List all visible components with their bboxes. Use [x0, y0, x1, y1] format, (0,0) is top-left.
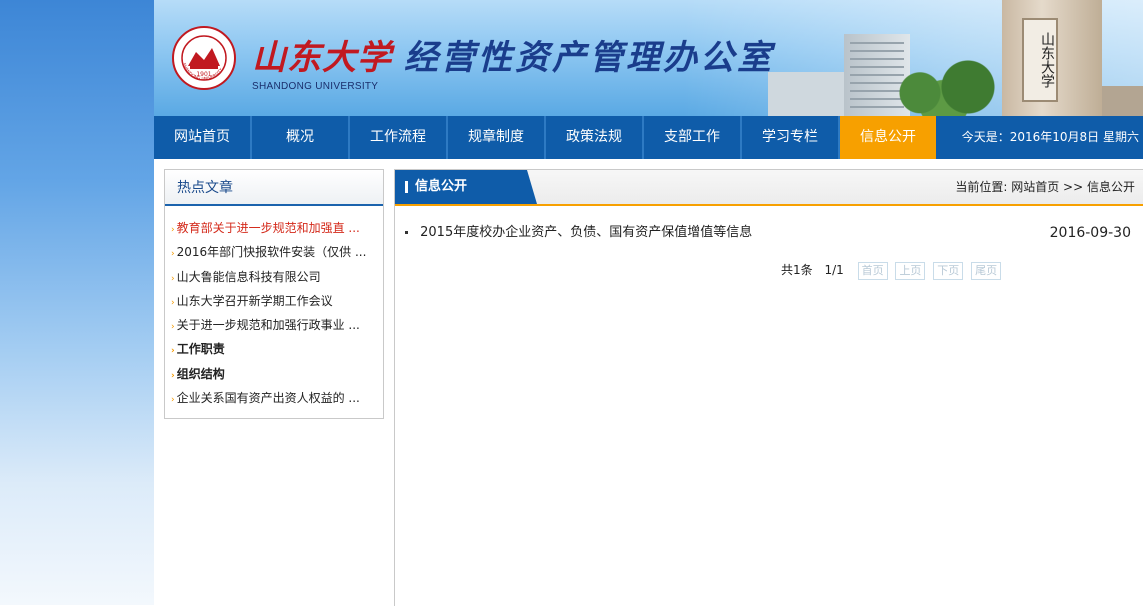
- banner-gate-base: [1102, 86, 1143, 116]
- tab-marker-icon: [405, 181, 408, 193]
- nav-policies[interactable]: 政策法规: [546, 116, 644, 159]
- list-item[interactable]: › 2016年部门快报软件安装（仅供 ...: [171, 240, 383, 264]
- list-item[interactable]: › 企业关系国有资产出资人权益的 ...: [171, 386, 383, 410]
- gate-plaque: 山东大学: [1022, 18, 1058, 102]
- title-english: SHANDONG UNIVERSITY: [252, 81, 379, 92]
- content-tab: 信息公开: [395, 170, 537, 204]
- list-item-label: 教育部关于进一步规范和加强直 ...: [176, 221, 360, 235]
- banner-gate-tower: 山东大学: [1002, 0, 1102, 116]
- header-banner: 山东大学 1901 SHANDONG UNIVERSITY 山东大学 经营性资产管…: [154, 0, 1143, 116]
- breadcrumb-separator: >>: [1063, 180, 1084, 194]
- content-title: 信息公开: [415, 179, 468, 194]
- content-header: 信息公开 当前位置: 网站首页 >> 信息公开: [395, 170, 1143, 206]
- list-item-label: 工作职责: [176, 342, 225, 357]
- breadcrumb: 当前位置: 网站首页 >> 信息公开: [955, 170, 1135, 204]
- next-page-button[interactable]: 下页: [933, 262, 964, 280]
- hot-articles-list: › 教育部关于进一步规范和加强直 ... › 2016年部门快报软件安装（仅供 ..…: [165, 216, 383, 410]
- list-item[interactable]: › 山东大学召开新学期工作会议: [171, 289, 383, 313]
- arrow-icon: ›: [171, 225, 175, 235]
- arrow-icon: ›: [171, 273, 175, 284]
- banner-trees: [884, 58, 1004, 116]
- page-background-left: [0, 0, 154, 605]
- arrow-icon: ›: [171, 395, 175, 406]
- list-item[interactable]: › 工作职责: [171, 337, 383, 361]
- list-item[interactable]: › 教育部关于进一步规范和加强直 ...: [171, 216, 383, 240]
- list-item[interactable]: › 关于进一步规范和加强行政事业 ...: [171, 313, 383, 337]
- arrow-icon: ›: [171, 370, 175, 381]
- nav-regulations[interactable]: 规章制度: [448, 116, 546, 159]
- list-item[interactable]: › 组织结构: [171, 362, 383, 386]
- nav-home[interactable]: 网站首页: [154, 116, 252, 159]
- list-item-label: 企业关系国有资产出资人权益的 ...: [176, 391, 360, 406]
- university-seal-logo[interactable]: 1901 SHANDONG UNIVERSITY: [172, 26, 236, 90]
- nav-workflow[interactable]: 工作流程: [350, 116, 448, 159]
- hot-articles-title: 热点文章: [177, 180, 233, 196]
- pagination: 共1条 1/1 首页 上页 下页 尾页: [781, 260, 1005, 280]
- bullet-icon: [405, 231, 408, 234]
- last-page-button[interactable]: 尾页: [971, 262, 1002, 280]
- breadcrumb-home[interactable]: 网站首页: [1011, 180, 1059, 194]
- breadcrumb-current: 信息公开: [1086, 180, 1135, 194]
- list-item-label: 山大鲁能信息科技有限公司: [176, 269, 321, 284]
- nav-study[interactable]: 学习专栏: [742, 116, 840, 159]
- first-page-button[interactable]: 首页: [857, 262, 888, 280]
- content-panel: 信息公开 当前位置: 网站首页 >> 信息公开 2015年度校办企业资产、负债、…: [394, 169, 1143, 606]
- arrow-icon: ›: [171, 322, 175, 333]
- today-date: 今天是：2016年10月8日 星期六: [961, 130, 1139, 144]
- list-item-label: 山东大学召开新学期工作会议: [176, 293, 333, 308]
- prev-page-button[interactable]: 上页: [895, 262, 926, 280]
- title-university: 山东大学: [252, 38, 392, 78]
- list-item-label: 2016年部门快报软件安装（仅供 ...: [176, 245, 367, 260]
- main-nav: 网站首页 概况 工作流程 规章制度 政策法规 支部工作 学习专栏 信息公开 今天…: [154, 116, 1143, 159]
- news-date: 2016-09-30: [1049, 225, 1131, 241]
- title-office: 经营性资产管理办公室: [404, 38, 774, 78]
- pagination-page: 1/1: [824, 263, 844, 277]
- list-item[interactable]: 2015年度校办企业资产、负债、国有资产保值增值等信息 2016-09-30: [405, 222, 1131, 244]
- hot-articles-header: 热点文章: [165, 170, 383, 206]
- pagination-count: 共1条: [781, 263, 813, 277]
- hot-articles-panel: 热点文章 › 教育部关于进一步规范和加强直 ... › 2016年部门快报软件安装（…: [164, 169, 384, 419]
- news-title-link[interactable]: 2015年度校办企业资产、负债、国有资产保值增值等信息: [420, 225, 752, 240]
- list-item-label: 关于进一步规范和加强行政事业 ...: [176, 318, 360, 333]
- list-item-label: 组织结构: [176, 366, 225, 381]
- arrow-icon: ›: [171, 249, 175, 260]
- arrow-icon: ›: [171, 297, 175, 308]
- nav-party-branch[interactable]: 支部工作: [644, 116, 742, 159]
- nav-overview[interactable]: 概况: [252, 116, 350, 159]
- nav-info-disclosure[interactable]: 信息公开: [840, 116, 936, 159]
- site-title: 山东大学 经营性资产管理办公室: [252, 36, 774, 80]
- breadcrumb-prefix: 当前位置:: [955, 180, 1008, 194]
- arrow-icon: ›: [171, 346, 175, 357]
- list-item[interactable]: › 山大鲁能信息科技有限公司: [171, 265, 383, 289]
- page: 山东大学 1901 SHANDONG UNIVERSITY 山东大学 经营性资产管…: [154, 0, 1143, 606]
